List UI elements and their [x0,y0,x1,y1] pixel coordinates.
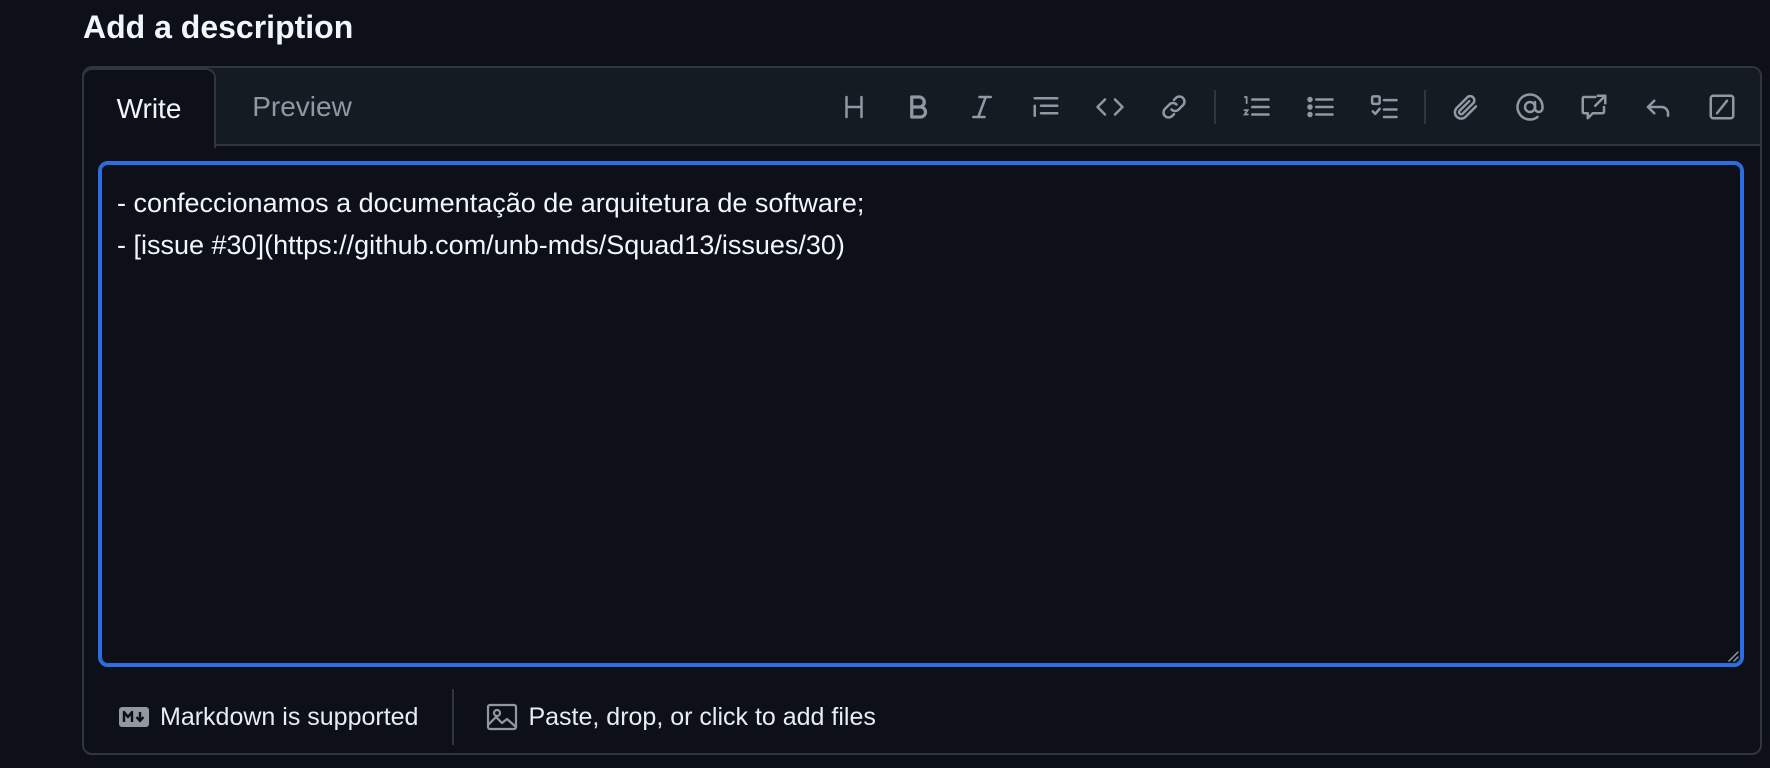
code-button[interactable] [1078,82,1142,132]
mention-icon [1516,93,1544,121]
bold-icon [910,95,928,119]
toolbar-divider [1424,90,1426,124]
markdown-icon [118,706,150,728]
code-icon [1096,98,1124,116]
tab-preview[interactable]: Preview [222,68,382,146]
add-files-button[interactable]: Paste, drop, or click to add files [486,702,876,732]
reference-button[interactable] [1562,82,1626,132]
image-icon [486,703,518,731]
quote-icon [1033,97,1059,117]
unordered-list-icon [1307,96,1334,118]
textarea-line: - confeccionamos a documentação de arqui… [117,188,865,218]
slash-commands-icon [1709,94,1735,120]
reply-button[interactable] [1626,82,1690,132]
reply-icon [1646,99,1670,117]
ordered-list-button[interactable] [1224,82,1288,132]
markdown-label: Markdown is supported [160,702,419,731]
heading-button[interactable] [822,82,886,132]
footer-divider [452,689,455,745]
unordered-list-button[interactable] [1288,82,1352,132]
editor-header: Write Preview [84,68,1760,148]
link-button[interactable] [1142,82,1206,132]
ordered-list-icon [1243,96,1270,116]
textarea-content[interactable]: - confeccionamos a documentação de arqui… [117,182,1725,266]
formatting-toolbar [822,68,1754,146]
add-files-label: Paste, drop, or click to add files [528,702,876,731]
slash-commands-button[interactable] [1690,82,1754,132]
attach-icon [1453,94,1478,120]
heading-icon [845,95,863,119]
reference-icon [1581,94,1607,120]
resize-handle-icon[interactable] [1725,648,1739,662]
attach-button[interactable] [1434,82,1498,132]
editor-footer: Markdown is supported Paste, drop, or cl… [84,680,1760,753]
task-list-button[interactable] [1352,82,1416,132]
quote-button[interactable] [1014,82,1078,132]
markdown-supported-link[interactable]: Markdown is supported [118,703,418,732]
description-textarea[interactable]: - confeccionamos a documentação de arqui… [98,161,1744,667]
task-list-icon [1370,95,1398,119]
italic-button[interactable] [950,82,1014,132]
textarea-line: - [issue #30](https://github.com/unb-mds… [117,230,845,260]
bold-button[interactable] [886,82,950,132]
comment-editor: Write Preview - confeccionamos a documen… [82,66,1762,755]
mention-button[interactable] [1498,82,1562,132]
tab-write[interactable]: Write [84,68,216,148]
italic-icon [972,95,992,119]
page-title: Add a description [83,9,354,45]
toolbar-divider [1214,90,1216,124]
link-icon [1162,95,1186,119]
